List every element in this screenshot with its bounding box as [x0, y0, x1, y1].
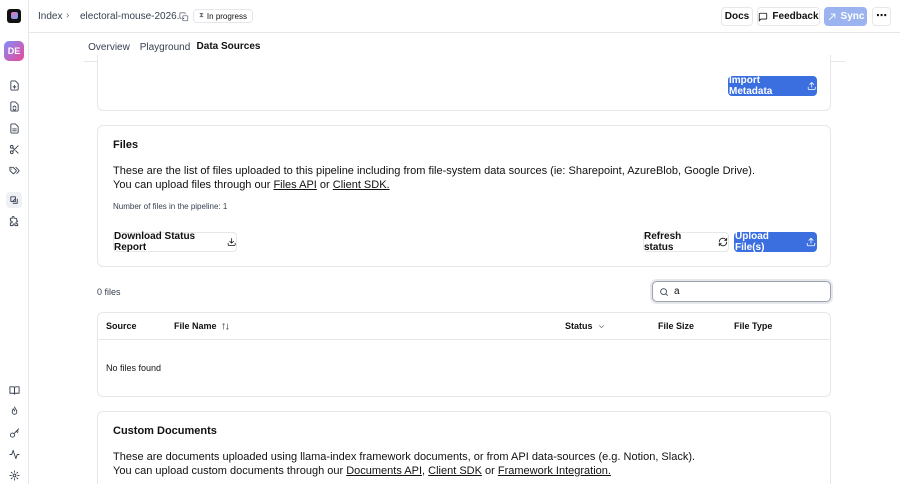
- sync-icon: [828, 13, 835, 20]
- download-label: Download Status Report: [114, 231, 196, 253]
- files-api-link[interactable]: Files API: [273, 179, 316, 191]
- feedback-label: Feedback: [772, 11, 819, 22]
- data-sources-icon[interactable]: [6, 192, 22, 208]
- top-bar: Index › electoral-mouse-2026... ⧗ In pro…: [29, 0, 900, 33]
- import-metadata-button[interactable]: Import Metadata: [728, 75, 817, 97]
- refresh-icon: [718, 237, 728, 247]
- empty-state: No files found: [106, 363, 162, 373]
- file-plus-icon[interactable]: [6, 77, 22, 93]
- docs-label: Docs: [724, 11, 750, 22]
- more-options-button[interactable]: ⋯: [872, 7, 891, 26]
- settings-icon[interactable]: [6, 467, 22, 483]
- files-description-line1: These are the list of files uploaded to …: [113, 165, 755, 177]
- custom-documents-title: Custom Documents: [113, 425, 217, 437]
- chevron-right-icon: ›: [66, 10, 70, 21]
- download-icon: [227, 238, 236, 246]
- files-description-line2: You can upload files through our Files A…: [113, 179, 390, 191]
- column-file-type[interactable]: File Type: [734, 321, 772, 331]
- feedback-button[interactable]: Feedback: [757, 7, 820, 26]
- documents-api-link[interactable]: Documents API: [346, 465, 422, 477]
- upload-icon: [807, 82, 816, 90]
- tags-icon[interactable]: [6, 162, 22, 178]
- client-sdk-link[interactable]: Client SDK: [428, 465, 482, 477]
- upload-files-button[interactable]: Upload File(s): [734, 231, 817, 253]
- search-icon: [660, 287, 669, 296]
- activity-icon[interactable]: [6, 446, 22, 462]
- column-status[interactable]: Status: [565, 321, 606, 331]
- files-table: Source File Name Status File Size File T…: [97, 312, 831, 397]
- files-title: Files: [113, 139, 139, 151]
- puzzle-icon[interactable]: [6, 213, 22, 229]
- column-file-size[interactable]: File Size: [658, 321, 694, 331]
- metadata-card: Import Metadata: [97, 55, 831, 111]
- import-metadata-label: Import Metadata: [729, 75, 773, 97]
- file-text-icon[interactable]: [6, 120, 22, 136]
- custom-documents-card: Custom Documents These are documents upl…: [97, 411, 831, 484]
- sort-icon[interactable]: [221, 322, 230, 331]
- refresh-label: Refresh status: [644, 231, 682, 253]
- message-icon: [759, 12, 768, 22]
- avatar[interactable]: DE: [4, 41, 24, 61]
- book-icon[interactable]: [6, 382, 22, 398]
- files-list-count: 0 files: [97, 287, 121, 297]
- hourglass-icon: ⧗: [199, 12, 204, 19]
- column-file-name[interactable]: File Name: [174, 321, 230, 331]
- upload-icon: [806, 237, 816, 247]
- client-sdk-link[interactable]: Client SDK.: [333, 179, 390, 191]
- files-count-text: Number of files in the pipeline: 1: [113, 202, 228, 211]
- scissors-icon[interactable]: [6, 141, 22, 157]
- flame-icon[interactable]: [6, 403, 22, 419]
- copy-icon[interactable]: [179, 11, 189, 22]
- breadcrumb-index[interactable]: Index: [38, 11, 62, 22]
- status-badge-label: In progress: [206, 11, 247, 21]
- search-input[interactable]: [674, 286, 814, 297]
- app-logo[interactable]: [7, 9, 21, 23]
- file-sync-icon[interactable]: [6, 98, 22, 114]
- column-source[interactable]: Source: [106, 321, 137, 331]
- ellipsis-icon: ⋯: [876, 10, 887, 22]
- sync-button[interactable]: Sync: [824, 7, 867, 26]
- upload-label: Upload File(s): [735, 231, 769, 253]
- sync-label: Sync: [840, 11, 865, 22]
- custom-documents-line2: You can upload custom documents through …: [113, 465, 611, 477]
- files-card: Files These are the list of files upload…: [97, 125, 831, 267]
- download-status-report-button[interactable]: Download Status Report: [113, 231, 237, 253]
- table-header: Source File Name Status File Size File T…: [98, 313, 830, 340]
- refresh-status-button[interactable]: Refresh status: [643, 231, 729, 253]
- breadcrumb-pipeline[interactable]: electoral-mouse-2026...: [80, 11, 185, 22]
- status-badge: ⧗ In progress: [193, 9, 253, 23]
- framework-integration-link[interactable]: Framework Integration.: [498, 465, 611, 477]
- docs-button[interactable]: Docs: [721, 7, 753, 26]
- left-rail: DE: [0, 0, 29, 484]
- custom-documents-line1: These are documents uploaded using llama…: [113, 451, 696, 463]
- search-box[interactable]: [652, 281, 831, 302]
- key-icon[interactable]: [6, 425, 22, 441]
- chevron-down-icon[interactable]: [597, 322, 606, 331]
